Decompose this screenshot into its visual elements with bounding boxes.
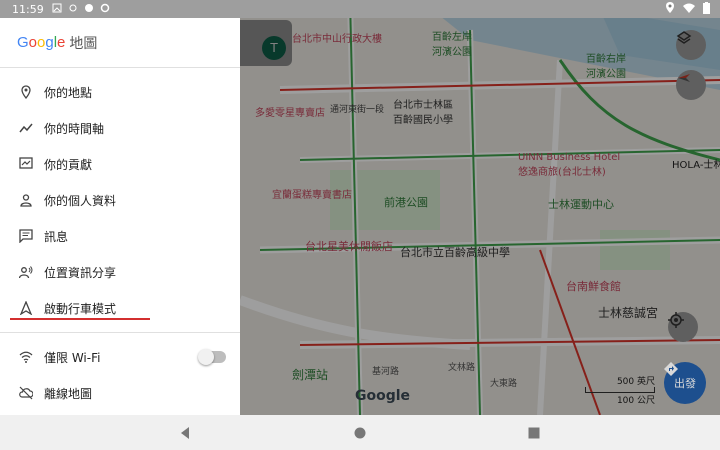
menu-label: 啟動行車模式 xyxy=(44,301,117,316)
menu-label: 你的地點 xyxy=(44,85,93,100)
menu-wifi-only[interactable]: 僅限 Wi-Fi xyxy=(0,339,240,375)
app-title: 地圖 xyxy=(69,35,98,52)
home-icon xyxy=(354,427,366,439)
brand-letter: o xyxy=(28,34,38,51)
go-button[interactable]: 出發 xyxy=(664,362,706,404)
back-button[interactable] xyxy=(178,425,192,439)
recents-button[interactable] xyxy=(527,425,541,439)
link-notification-icon xyxy=(68,3,78,16)
menu-label: 僅限 Wi-Fi xyxy=(44,350,101,365)
menu-label: 你的個人資料 xyxy=(44,193,117,208)
status-time: 11:59 xyxy=(12,2,44,16)
back-icon xyxy=(181,427,189,439)
offline-map-icon xyxy=(18,385,34,401)
system-navigation-bar xyxy=(0,415,720,450)
drawer-menu: 你的地點 你的時間軸 你的貢獻 你的個人資料 訊息 位置資訊分享 啟動行車模式 xyxy=(0,68,240,326)
navigation-drawer: Google 地圖 你的地點 你的時間軸 你的貢獻 你的個人資料 訊息 位置資訊… xyxy=(0,18,240,415)
brand-letter: e xyxy=(57,34,66,51)
drawer-header: Google 地圖 xyxy=(0,18,240,68)
menu-start-driving-mode[interactable]: 啟動行車模式 xyxy=(0,290,240,326)
menu-divider xyxy=(0,332,240,333)
home-button[interactable] xyxy=(353,425,367,439)
google-maps-logo: Google xyxy=(17,34,65,51)
notification-icons xyxy=(52,3,110,16)
menu-label: 你的貢獻 xyxy=(44,157,93,172)
menu-label: 訊息 xyxy=(44,229,69,244)
location-pin-icon xyxy=(18,84,34,100)
system-icons xyxy=(665,2,710,17)
status-bar: 11:59 xyxy=(0,0,720,18)
navigation-arrow-icon xyxy=(18,300,34,316)
menu-your-profile[interactable]: 你的個人資料 xyxy=(0,182,240,218)
menu-label: 離線地圖 xyxy=(44,386,93,401)
location-status-icon xyxy=(665,2,675,17)
menu-your-contributions[interactable]: 你的貢獻 xyxy=(0,146,240,182)
timeline-icon xyxy=(18,120,34,136)
menu-messages[interactable]: 訊息 xyxy=(0,218,240,254)
message-icon xyxy=(18,228,34,244)
brand-letter: G xyxy=(17,34,29,51)
loading-notification-icon xyxy=(100,3,110,16)
battery-icon xyxy=(703,2,710,17)
image-notification-icon xyxy=(52,3,62,16)
highlight-underline xyxy=(10,318,150,320)
go-label: 出發 xyxy=(674,377,696,390)
brand-letter: g xyxy=(45,34,54,51)
menu-label: 你的時間軸 xyxy=(44,121,105,136)
sync-notification-icon xyxy=(84,3,94,16)
drawer-menu-settings: 僅限 Wi-Fi 離線地圖 xyxy=(0,339,240,411)
menu-label: 位置資訊分享 xyxy=(44,265,117,280)
person-icon xyxy=(18,192,34,208)
contributions-icon xyxy=(18,156,34,172)
wifi-icon xyxy=(18,349,34,365)
menu-location-sharing[interactable]: 位置資訊分享 xyxy=(0,254,240,290)
location-sharing-icon xyxy=(18,264,34,280)
menu-offline-maps[interactable]: 離線地圖 xyxy=(0,375,240,411)
wifi-status-icon xyxy=(683,3,695,16)
menu-your-places[interactable]: 你的地點 xyxy=(0,74,240,110)
recents-icon xyxy=(528,427,540,439)
menu-your-timeline[interactable]: 你的時間軸 xyxy=(0,110,240,146)
wifi-only-toggle[interactable] xyxy=(198,349,226,365)
